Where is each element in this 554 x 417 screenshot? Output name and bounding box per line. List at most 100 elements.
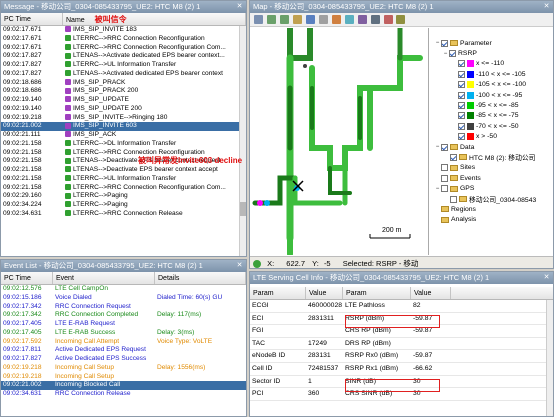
- message-row[interactable]: 09:02:21.002 IMS_SIP_INVITE 603: [1, 122, 246, 131]
- message-row[interactable]: 09:02:34.631 LTERRC-->RRC Connection Rele…: [1, 210, 246, 219]
- message-row[interactable]: 09:02:18.686 IMS_SIP_PRACK: [1, 79, 246, 88]
- event-panel-titlebar[interactable]: Event List - 移动公司_0304-085433795_UE2: HT…: [1, 260, 246, 272]
- col-name[interactable]: Name 被叫信令: [63, 13, 246, 25]
- tree-parameter[interactable]: − Parameter: [434, 38, 553, 48]
- col-param-2[interactable]: Param: [343, 287, 411, 299]
- message-row[interactable]: 09:02:17.671 LTERRC-->RRC Connection Reco…: [1, 35, 246, 44]
- pan-icon[interactable]: [254, 15, 263, 24]
- cell-info-scrollbar[interactable]: [546, 300, 553, 416]
- col-value-2[interactable]: Value: [411, 287, 451, 299]
- event-row[interactable]: 09:02:17.342 RRC Connection Completed Dela…: [1, 311, 246, 320]
- legend-icon[interactable]: [396, 15, 406, 24]
- message-row[interactable]: 09:02:21.158 LTENAS-->Deactivate EPS bear…: [1, 166, 246, 175]
- checkbox[interactable]: [441, 185, 448, 193]
- event-row[interactable]: 09:02:17.592 Incoming Call Attempt Voice T…: [1, 338, 246, 347]
- legend-range-item[interactable]: x <= -110: [434, 59, 553, 69]
- col-value[interactable]: Value: [306, 287, 343, 299]
- event-row[interactable]: 09:02:12.576 LTE Cell CampOn: [1, 285, 246, 294]
- col-pc-time[interactable]: PC Time: [1, 13, 63, 25]
- refresh-icon[interactable]: [344, 15, 354, 24]
- cell-info-row[interactable]: Cell ID 72481537 RSRP Rx1 (dBm) -66.62: [250, 363, 553, 376]
- tree-regions[interactable]: Regions: [434, 204, 553, 214]
- message-row[interactable]: 09:02:17.671 IMS_SIP_INVITE 183: [1, 26, 246, 35]
- cell-info-row[interactable]: ECGI 460000028 LTE Pathloss 82: [250, 300, 553, 313]
- collapse-icon[interactable]: −: [434, 144, 441, 150]
- close-icon[interactable]: ✕: [542, 273, 551, 282]
- message-row[interactable]: 09:02:21.158 LTERRC-->DL Information Tran…: [1, 140, 246, 149]
- col-event[interactable]: Event: [53, 272, 155, 284]
- event-row[interactable]: 09:02:17.811 Active Dedicated EPS Request: [1, 346, 246, 355]
- checkbox[interactable]: [458, 81, 465, 89]
- export-icon[interactable]: [370, 15, 380, 24]
- message-row[interactable]: 09:02:17.671 LTERRC-->RRC Connection Reco…: [1, 44, 246, 53]
- event-row[interactable]: 09:02:15.186 Voice Dialed Dialed Time: 60(…: [1, 294, 246, 303]
- event-row[interactable]: 09:02:17.405 LTE E-RAB Success Delay: 3(ms…: [1, 329, 246, 338]
- measure-icon[interactable]: [305, 15, 315, 24]
- legend-range-item[interactable]: -105 < x <= -100: [434, 80, 553, 90]
- zoom-out-icon[interactable]: [279, 15, 289, 24]
- collapse-icon[interactable]: −: [434, 186, 441, 192]
- legend-range-item[interactable]: -110 < x <= -105: [434, 69, 553, 79]
- col-details[interactable]: Details: [155, 272, 246, 284]
- event-row[interactable]: 09:02:17.827 Active Dedicated EPS Success: [1, 355, 246, 364]
- collapse-icon[interactable]: −: [434, 40, 441, 46]
- legend-range-item[interactable]: x > -50: [434, 132, 553, 142]
- checkbox[interactable]: [441, 174, 448, 182]
- tree-events[interactable]: Events: [434, 173, 553, 183]
- message-row[interactable]: 09:02:19.218 IMS_SIP_INVITE-->Ringing 180: [1, 114, 246, 123]
- message-row[interactable]: 09:02:21.158 LTERRC-->UL Information Tran…: [1, 175, 246, 184]
- fit-icon[interactable]: [331, 15, 341, 24]
- checkbox[interactable]: [450, 195, 457, 203]
- map-panel-titlebar[interactable]: Map - 移动公司_0304-085433795_UE2: HTC M8 (2…: [250, 1, 553, 13]
- event-row[interactable]: 09:02:19.218 Incoming Call Setup Delay: 15…: [1, 364, 246, 373]
- checkbox[interactable]: [449, 50, 456, 58]
- collapse-icon[interactable]: −: [442, 51, 449, 57]
- tree-sites[interactable]: Sites: [434, 163, 553, 173]
- message-row[interactable]: 09:02:34.224 LTERRC-->Paging: [1, 201, 246, 210]
- message-row[interactable]: 09:02:19.140 IMS_SIP_UPDATE: [1, 96, 246, 105]
- cell-info-row[interactable]: eNodeB ID 283131 RSRP Rx0 (dBm) -59.87: [250, 350, 553, 363]
- tree-rsrp[interactable]: − RSRP: [434, 48, 553, 58]
- close-icon[interactable]: ✕: [542, 2, 551, 11]
- event-row[interactable]: 09:02:21.002 Incoming Blocked Call: [1, 381, 246, 390]
- message-row[interactable]: 09:02:18.686 IMS_SIP_PRACK 200: [1, 87, 246, 96]
- settings-icon[interactable]: [357, 15, 367, 24]
- checkbox[interactable]: [441, 39, 448, 47]
- event-row[interactable]: 09:02:19.218 Incoming Call Setup: [1, 373, 246, 382]
- message-panel-titlebar[interactable]: Message - 移动公司_0304-085433795_UE2: HTC M…: [1, 1, 246, 13]
- message-row[interactable]: 09:02:17.827 LTERRC-->UL Information Tran…: [1, 61, 246, 70]
- col-pc-time[interactable]: PC Time: [1, 272, 53, 284]
- checkbox[interactable]: [458, 60, 465, 68]
- legend-range-item[interactable]: -100 < x <= -95: [434, 90, 553, 100]
- message-scrollbar[interactable]: [239, 26, 246, 256]
- checkbox[interactable]: [450, 153, 457, 161]
- select-icon[interactable]: [292, 15, 302, 24]
- message-row[interactable]: 09:02:17.827 LTENAS-->Activate dedicated …: [1, 52, 246, 61]
- message-row[interactable]: 09:02:19.140 IMS_SIP_UPDATE 200: [1, 105, 246, 114]
- event-row[interactable]: 09:02:17.405 LTE E-RAB Request: [1, 320, 246, 329]
- cell-info-row[interactable]: TAC 17249 DRS RP (dBm): [250, 338, 553, 351]
- message-row[interactable]: 09:02:29.160 LTERRC-->Paging: [1, 192, 246, 201]
- checkbox[interactable]: [441, 143, 448, 151]
- legend-range-item[interactable]: -85 < x <= -75: [434, 111, 553, 121]
- cell-info-titlebar[interactable]: LTE Serving Cell Info - 移动公司_0304-085433…: [250, 272, 553, 284]
- tree-data[interactable]: − Data: [434, 142, 553, 152]
- checkbox[interactable]: [458, 112, 465, 120]
- checkbox[interactable]: [458, 133, 465, 141]
- map-canvas[interactable]: 200 m: [250, 25, 427, 257]
- checkbox[interactable]: [458, 91, 465, 99]
- checkbox[interactable]: [458, 122, 465, 130]
- checkbox[interactable]: [441, 164, 448, 172]
- legend-range-item[interactable]: -70 < x <= -50: [434, 121, 553, 131]
- col-param[interactable]: Param: [250, 287, 306, 299]
- zoom-in-icon[interactable]: [266, 15, 276, 24]
- event-row[interactable]: 09:02:17.342 RRC Connection Request: [1, 303, 246, 312]
- tree-gps-child[interactable]: 移动公司_0304-08543: [434, 194, 553, 204]
- layer-icon[interactable]: [318, 15, 328, 24]
- message-row[interactable]: 09:02:21.111 IMS_SIP_ACK: [1, 131, 246, 140]
- checkbox[interactable]: [458, 70, 465, 78]
- tree-gps[interactable]: − GPS: [434, 183, 553, 193]
- legend-range-item[interactable]: -95 < x <= -85: [434, 100, 553, 110]
- tree-data-child[interactable]: HTC M8 (2): 移动公司: [434, 152, 553, 162]
- find-icon[interactable]: [383, 15, 393, 24]
